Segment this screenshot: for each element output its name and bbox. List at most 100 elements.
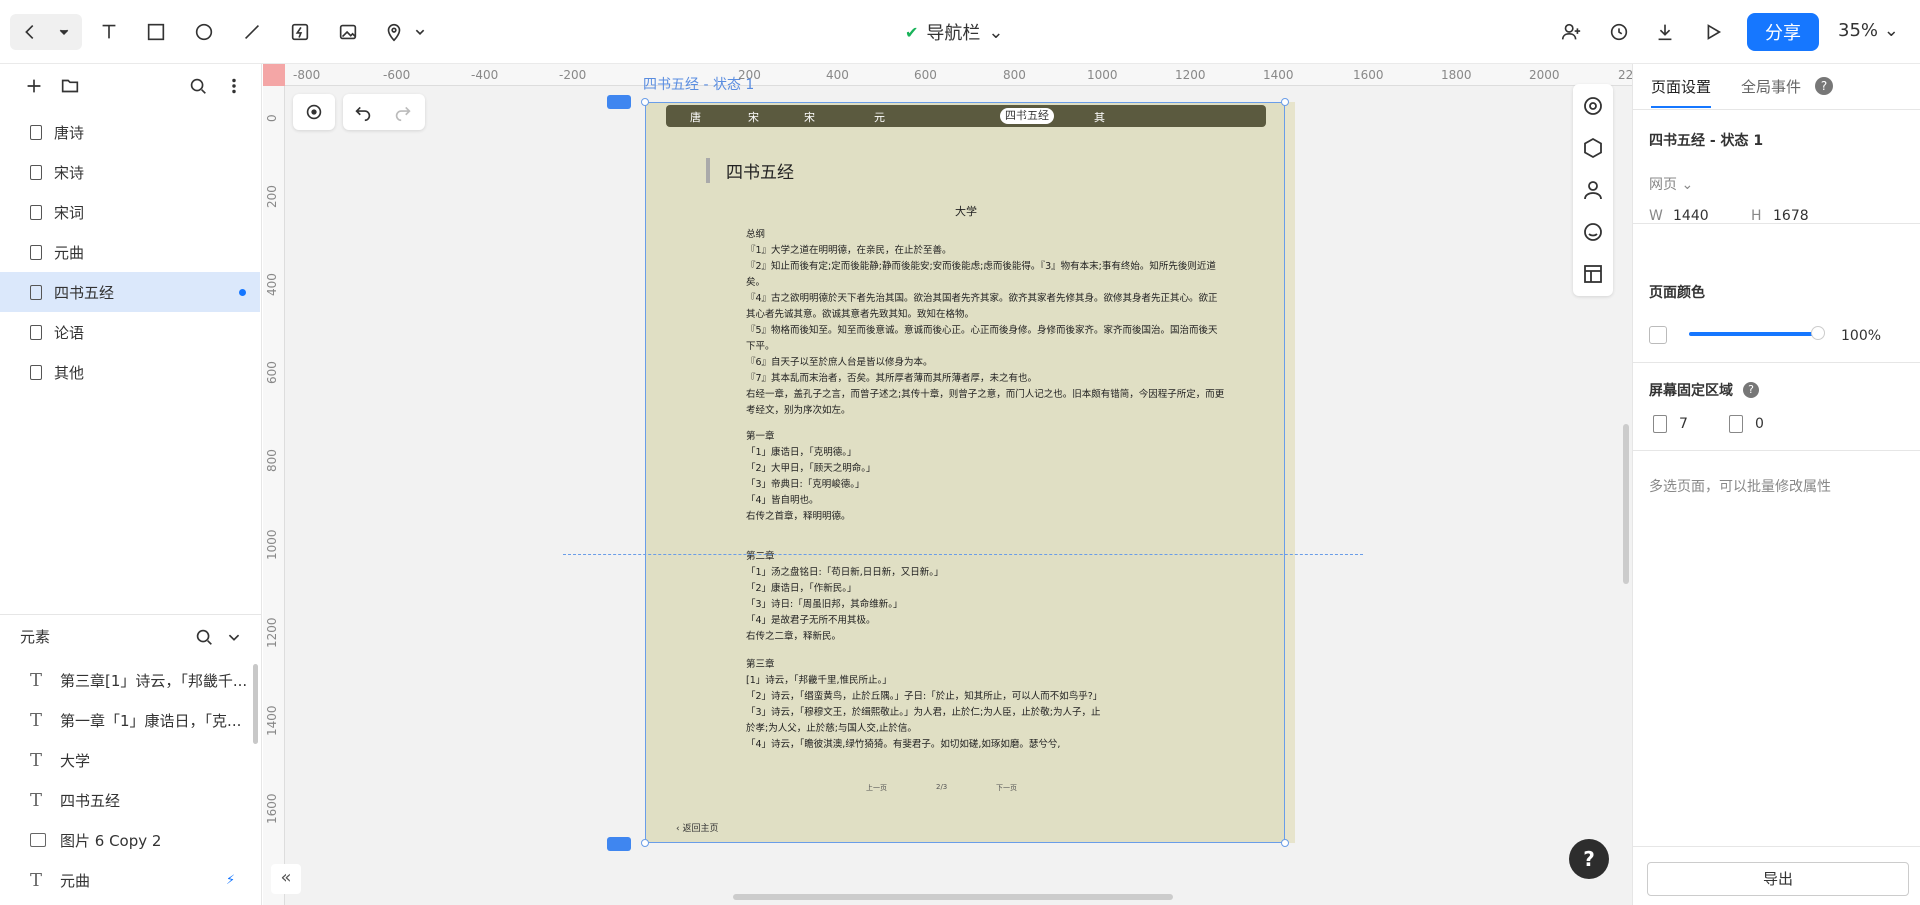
device-dropdown[interactable]: 网页 ⌄: [1649, 174, 1693, 194]
nav-item[interactable]: 宋: [748, 109, 759, 125]
side-toolbar: [1573, 84, 1613, 296]
nav-item[interactable]: 论: [1021, 109, 1032, 125]
ruler-label: 2000: [1529, 68, 1560, 82]
add-page-icon[interactable]: [18, 70, 50, 102]
text-type-icon: T: [30, 789, 43, 811]
page-item[interactable]: 论语: [0, 312, 260, 352]
folder-icon[interactable]: [54, 70, 86, 102]
page-item[interactable]: 其他: [0, 352, 260, 392]
page-icon: [30, 124, 42, 140]
ruler-label: 600: [914, 68, 937, 82]
search-icon[interactable]: [182, 70, 214, 102]
elements-header: 元素: [0, 614, 262, 658]
page-item[interactable]: 宋诗: [0, 152, 260, 192]
nav-item[interactable]: 宋: [804, 109, 815, 125]
download-icon[interactable]: [1649, 16, 1681, 48]
text-block[interactable]: 第一章 「1」康诰日，「克明德。」 「2」大甲日，「顾天之明命。」 「3」帝典日…: [746, 429, 1226, 525]
ruler-label: 1000: [265, 529, 279, 560]
page-navbar[interactable]: 唐 宋 宋 元 四书五经 论 其: [666, 105, 1266, 127]
prev-page-link[interactable]: 上一页: [866, 783, 887, 793]
play-preview-icon[interactable]: [1697, 16, 1729, 48]
target-icon[interactable]: [298, 96, 330, 128]
search-icon[interactable]: [188, 621, 220, 653]
zoom-level-dropdown[interactable]: 35%: [1838, 20, 1899, 41]
page-item[interactable]: 唐诗: [0, 112, 260, 152]
element-item[interactable]: T 第三章[1」诗云，「邦畿千...: [0, 660, 255, 700]
settings-tabs: 页面设置 全局事件 ?: [1633, 64, 1920, 110]
rectangle-tool-icon[interactable]: [140, 16, 172, 48]
nav-item[interactable]: 其: [1094, 109, 1105, 125]
fixed-top-input[interactable]: 7: [1679, 416, 1688, 432]
export-button[interactable]: 导出: [1647, 862, 1909, 896]
share-button[interactable]: 分享: [1747, 13, 1819, 51]
elements-scrollbar[interactable]: [253, 664, 258, 744]
resize-handle[interactable]: [641, 98, 649, 106]
help-circle-icon[interactable]: ?: [1743, 382, 1759, 398]
fixed-area-tag[interactable]: [607, 837, 631, 851]
page-item[interactable]: 宋词: [0, 192, 260, 232]
artboard-title[interactable]: 四书五经 - 状态 1: [643, 74, 754, 94]
opacity-value[interactable]: 100%: [1841, 328, 1881, 344]
horizontal-scrollbar[interactable]: [733, 894, 1173, 900]
resize-handle[interactable]: [641, 839, 649, 847]
artboard[interactable]: 唐 宋 宋 元 四书五经 论 其 四书五经 大学 总纲 『1』大学之道在明明德，…: [645, 102, 1285, 843]
design-canvas[interactable]: -800 -600 -400 -200 200 400 600 800 1000…: [263, 64, 1632, 905]
layout-icon[interactable]: [1581, 262, 1605, 286]
tab-page-settings[interactable]: 页面设置: [1651, 76, 1712, 108]
element-item[interactable]: T 元曲 ⚡: [0, 860, 255, 900]
help-circle-icon[interactable]: ?: [1815, 77, 1833, 95]
redo-icon[interactable]: [387, 96, 419, 128]
more-options-icon[interactable]: [218, 70, 250, 102]
nav-item[interactable]: 元: [874, 109, 885, 125]
elements-title: 元素: [20, 628, 51, 646]
height-label: H: [1751, 208, 1762, 224]
chevron-down-icon[interactable]: [404, 16, 436, 48]
state-name: 四书五经 - 状态 1: [1649, 133, 1764, 149]
guide-line[interactable]: [563, 554, 1363, 555]
help-icon[interactable]: ?: [1569, 839, 1609, 879]
element-item[interactable]: T 四书五经: [0, 780, 255, 820]
vertical-scrollbar[interactable]: [1623, 424, 1629, 584]
page-item-active[interactable]: 四书五经: [0, 272, 260, 312]
collapse-panel-icon[interactable]: «: [271, 864, 301, 894]
text-block[interactable]: 第三章 [1」诗云，「邦畿千里,惟民所止。」 「2」诗云，「缗蛮黄鸟，止於丘隅。…: [746, 657, 1106, 753]
text-block[interactable]: 第二章 「1」汤之盘铭日:「苟日新,日日新，又日新。」 「2」康诰日，「作新民。…: [746, 549, 1226, 645]
element-item[interactable]: T 第一章「1」康诰日，「克...: [0, 700, 255, 740]
page-item-label: 宋词: [54, 203, 85, 222]
page-title-dropdown[interactable]: ✔ 导航栏 ⌄: [905, 18, 1004, 46]
text-tool-icon[interactable]: [93, 16, 125, 48]
width-input[interactable]: 1440: [1673, 208, 1709, 224]
text-block[interactable]: 总纲 『1』大学之道在明明德，在亲民，在止於至善。 『2』知止而後有定;定而後能…: [746, 227, 1226, 419]
fixed-bottom-input[interactable]: 0: [1755, 416, 1764, 432]
line-tool-icon[interactable]: [236, 16, 268, 48]
emoji-icon[interactable]: [1581, 220, 1605, 244]
page-color-swatch[interactable]: [1649, 326, 1667, 344]
back-arrow-icon[interactable]: [14, 16, 46, 48]
back-home-link[interactable]: ‹ 返回主页: [676, 821, 718, 834]
next-page-link[interactable]: 下一页: [996, 783, 1017, 793]
opacity-slider-knob[interactable]: [1811, 326, 1825, 340]
back-button-group[interactable]: [10, 14, 82, 50]
resize-handle[interactable]: [1281, 839, 1289, 847]
hotspot-tool-icon[interactable]: [284, 16, 316, 48]
opacity-slider[interactable]: [1689, 332, 1817, 336]
height-input[interactable]: 1678: [1773, 208, 1809, 224]
history-icon[interactable]: [1603, 16, 1635, 48]
image-tool-icon[interactable]: [332, 16, 364, 48]
page-item[interactable]: 元曲: [0, 232, 260, 272]
tab-global-events[interactable]: 全局事件: [1741, 76, 1801, 97]
component-cube-icon[interactable]: [1581, 136, 1605, 160]
caret-down-icon[interactable]: [48, 16, 80, 48]
chevron-down-icon[interactable]: [218, 621, 250, 653]
element-item[interactable]: 图片 6 Copy 2: [0, 820, 255, 860]
resize-handle[interactable]: [1281, 98, 1289, 106]
nav-item[interactable]: 唐: [690, 109, 701, 125]
target-toolbar: [293, 94, 335, 130]
fixed-area-tag[interactable]: [607, 95, 631, 109]
element-item[interactable]: T 大学: [0, 740, 255, 780]
add-user-icon[interactable]: [1555, 16, 1587, 48]
undo-icon[interactable]: [347, 96, 379, 128]
target-icon[interactable]: [1581, 94, 1605, 118]
ellipse-tool-icon[interactable]: [188, 16, 220, 48]
user-icon[interactable]: [1581, 178, 1605, 202]
